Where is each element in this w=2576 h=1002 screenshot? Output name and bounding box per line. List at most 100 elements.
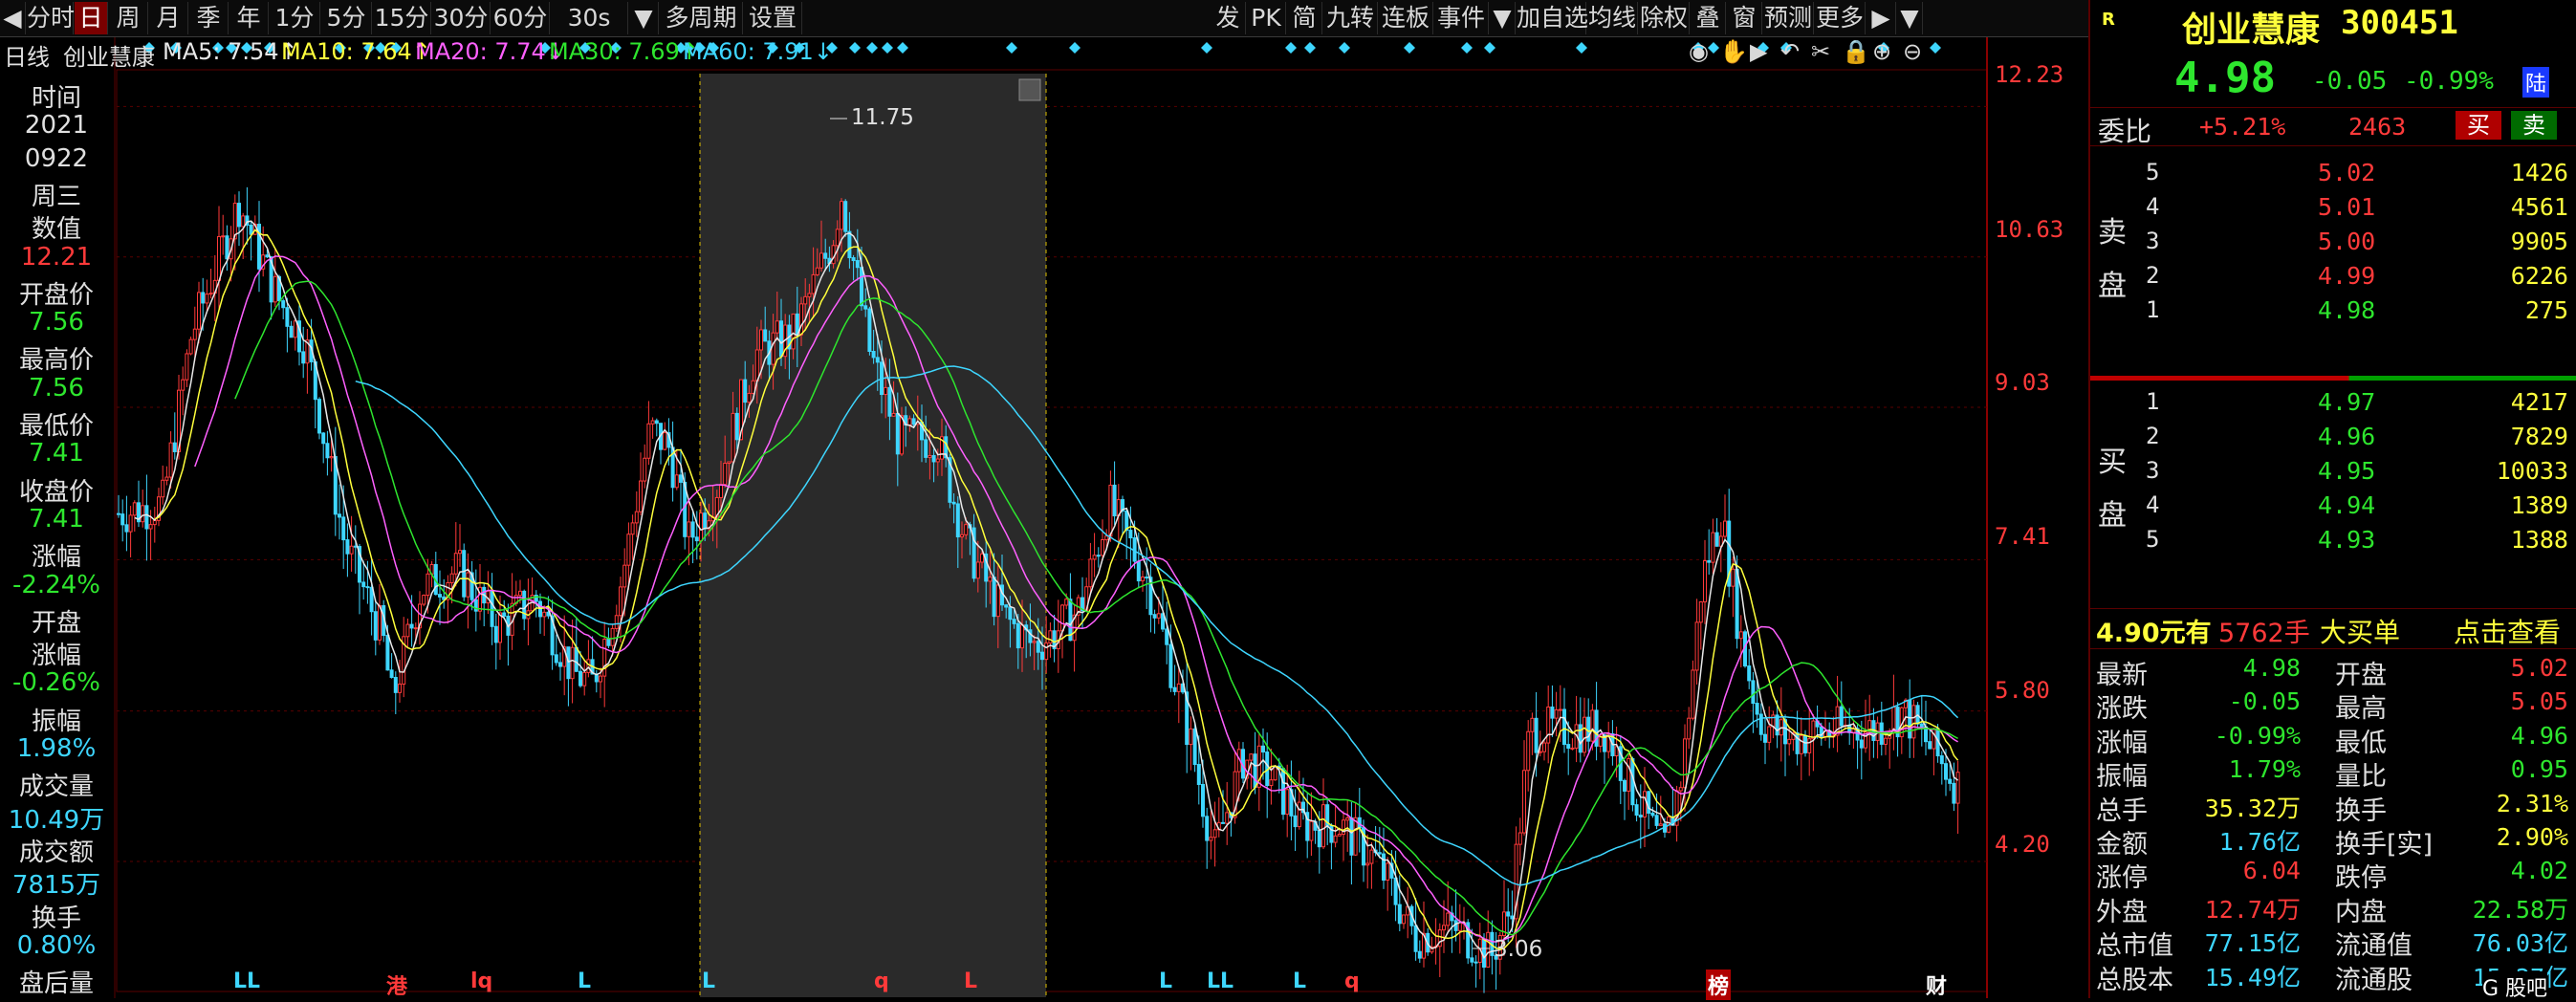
candle-body [1209, 837, 1213, 841]
candle-body [975, 561, 980, 579]
event-marker-12[interactable]: 财 [1926, 969, 1947, 1000]
candle-body [907, 418, 912, 425]
event-marker-9[interactable]: L [1293, 969, 1306, 993]
stock-code: 300451 [2341, 4, 2458, 42]
candle-body [1453, 920, 1458, 931]
toolbar-item-1[interactable]: 分时 [27, 2, 75, 34]
toolbar-right-item-9[interactable]: 除权 [1639, 2, 1690, 34]
candle-body [614, 615, 619, 629]
toolbar-item-0[interactable]: ◀ [0, 2, 26, 34]
candle-body [1397, 904, 1402, 925]
play-icon[interactable]: ▶ [1750, 38, 1767, 65]
sell-button[interactable]: 卖 [2511, 111, 2557, 140]
candle-body [558, 662, 562, 667]
event-marker-8[interactable]: LL [1207, 969, 1233, 993]
stat-value-8-b: 76.03亿 [2472, 929, 2568, 958]
stat-label-6-a: 涨停 [2096, 863, 2148, 894]
candle-body [602, 639, 607, 677]
info-line-8: 最高价 [18, 346, 94, 376]
toolbar-right-item-3[interactable]: 九转 [1323, 2, 1378, 34]
candle-body [393, 676, 398, 693]
candle-body [1249, 753, 1254, 761]
hand-icon[interactable]: ✋ [1719, 38, 1748, 65]
event-marker-2[interactable]: lq [470, 969, 492, 993]
toolbar-right-item-15[interactable]: ▼ [1897, 2, 1923, 34]
event-marker-5[interactable]: q [874, 969, 889, 993]
toolbar-item-3[interactable]: 周 [109, 2, 148, 34]
candle-body [1546, 706, 1551, 744]
chart-stock-name: 创业慧康 [63, 44, 155, 71]
toolbar-item-13[interactable]: ▼ [629, 2, 659, 34]
exchange-tag: 陆 [2522, 67, 2550, 98]
candle-body [1189, 728, 1193, 746]
big-order-view-link[interactable]: 点击查看 [2454, 612, 2561, 650]
stat-label-4-a: 总手 [2096, 795, 2148, 826]
event-marker-7[interactable]: L [1159, 969, 1172, 993]
toolbar-right-item-7[interactable]: 加自选 [1517, 2, 1588, 34]
event-marker-11[interactable]: 榜 [1706, 969, 1732, 1000]
event-marker-10[interactable]: q [1344, 969, 1360, 993]
toolbar-right-item-2[interactable]: 简 [1287, 2, 1322, 34]
candle-body [1273, 765, 1277, 781]
eye-icon[interactable]: ◉ [1689, 38, 1709, 65]
toolbar-right-item-10[interactable]: 叠 [1691, 2, 1726, 34]
toolbar-item-2[interactable]: 日 [75, 2, 108, 34]
event-marker-3[interactable]: L [578, 969, 591, 993]
event-marker-0[interactable]: LL [233, 969, 260, 993]
zoom-in-icon[interactable]: ⊕ [1872, 38, 1891, 65]
candle-body [759, 329, 763, 351]
event-diamond-27 [1285, 42, 1297, 54]
toolbar-item-7[interactable]: 1分 [270, 2, 320, 34]
lock-icon[interactable]: 🔒 [1842, 38, 1870, 65]
candle-body [317, 399, 321, 434]
big-order-label: 大买单 [2320, 617, 2401, 648]
candle-body [619, 586, 622, 617]
candle-body [1714, 532, 1719, 547]
toolbar-right-item-14[interactable]: ▶ [1867, 2, 1896, 34]
toolbar-item-10[interactable]: 30分 [432, 2, 491, 34]
toolbar-right-item-12[interactable]: 预测 [1763, 2, 1814, 34]
toolbar-right-item-0[interactable]: 发 [1211, 2, 1246, 34]
candle-body [1647, 791, 1651, 815]
stat-value-3-b: 0.95 [2510, 755, 2568, 784]
toolbar-item-8[interactable]: 5分 [321, 2, 372, 34]
candle-body [895, 412, 900, 455]
candle-body [554, 654, 558, 664]
buy-button[interactable]: 买 [2456, 111, 2501, 140]
event-marker-6[interactable]: L [964, 969, 977, 993]
toolbar-right-item-4[interactable]: 连板 [1379, 2, 1433, 34]
candle-body [1859, 739, 1864, 749]
candle-body [1088, 558, 1093, 588]
buy-level-3: 3 [2146, 457, 2160, 484]
kline-chart[interactable] [0, 37, 2088, 998]
toolbar-right-item-1[interactable]: PK [1247, 2, 1286, 34]
event-marker-1[interactable]: 港 [386, 969, 407, 1000]
toolbar-item-9[interactable]: 15分 [373, 2, 431, 34]
candle-body [1012, 619, 1016, 624]
stat-label-7-b: 内盘 [2335, 897, 2387, 927]
event-marker-4[interactable]: L [702, 969, 715, 993]
toolbar-right-item-8[interactable]: 均线 [1587, 2, 1638, 34]
toolbar-item-6[interactable]: 年 [229, 2, 269, 34]
toolbar-right-item-11[interactable]: 窗 [1727, 2, 1762, 34]
candle-body [1104, 535, 1109, 541]
candle-body [1205, 816, 1210, 841]
toolbar-right-item-5[interactable]: 事件 [1434, 2, 1489, 34]
toolbar-item-11[interactable]: 60分 [491, 2, 550, 34]
toolbar-item-4[interactable]: 月 [149, 2, 188, 34]
toolbar-item-14[interactable]: 多周期 [660, 2, 743, 34]
undo-icon[interactable]: ↶ [1780, 38, 1800, 65]
scissors-icon[interactable]: ✂ [1811, 38, 1830, 65]
toolbar-item-12[interactable]: 30s [551, 2, 628, 34]
toolbar-right-item-13[interactable]: 更多 [1815, 2, 1866, 34]
toolbar-right-item-6[interactable]: ▼ [1490, 2, 1516, 34]
candle-body [566, 646, 571, 680]
candle-body [988, 577, 993, 582]
toolbar-item-5[interactable]: 季 [189, 2, 229, 34]
candle-body [1201, 783, 1205, 817]
candle-body [1297, 801, 1301, 828]
toolbar-item-15[interactable]: 设置 [744, 2, 802, 34]
zoom-out-icon[interactable]: ⊖ [1903, 38, 1922, 65]
candle-body [626, 534, 631, 566]
candle-body [161, 479, 165, 498]
